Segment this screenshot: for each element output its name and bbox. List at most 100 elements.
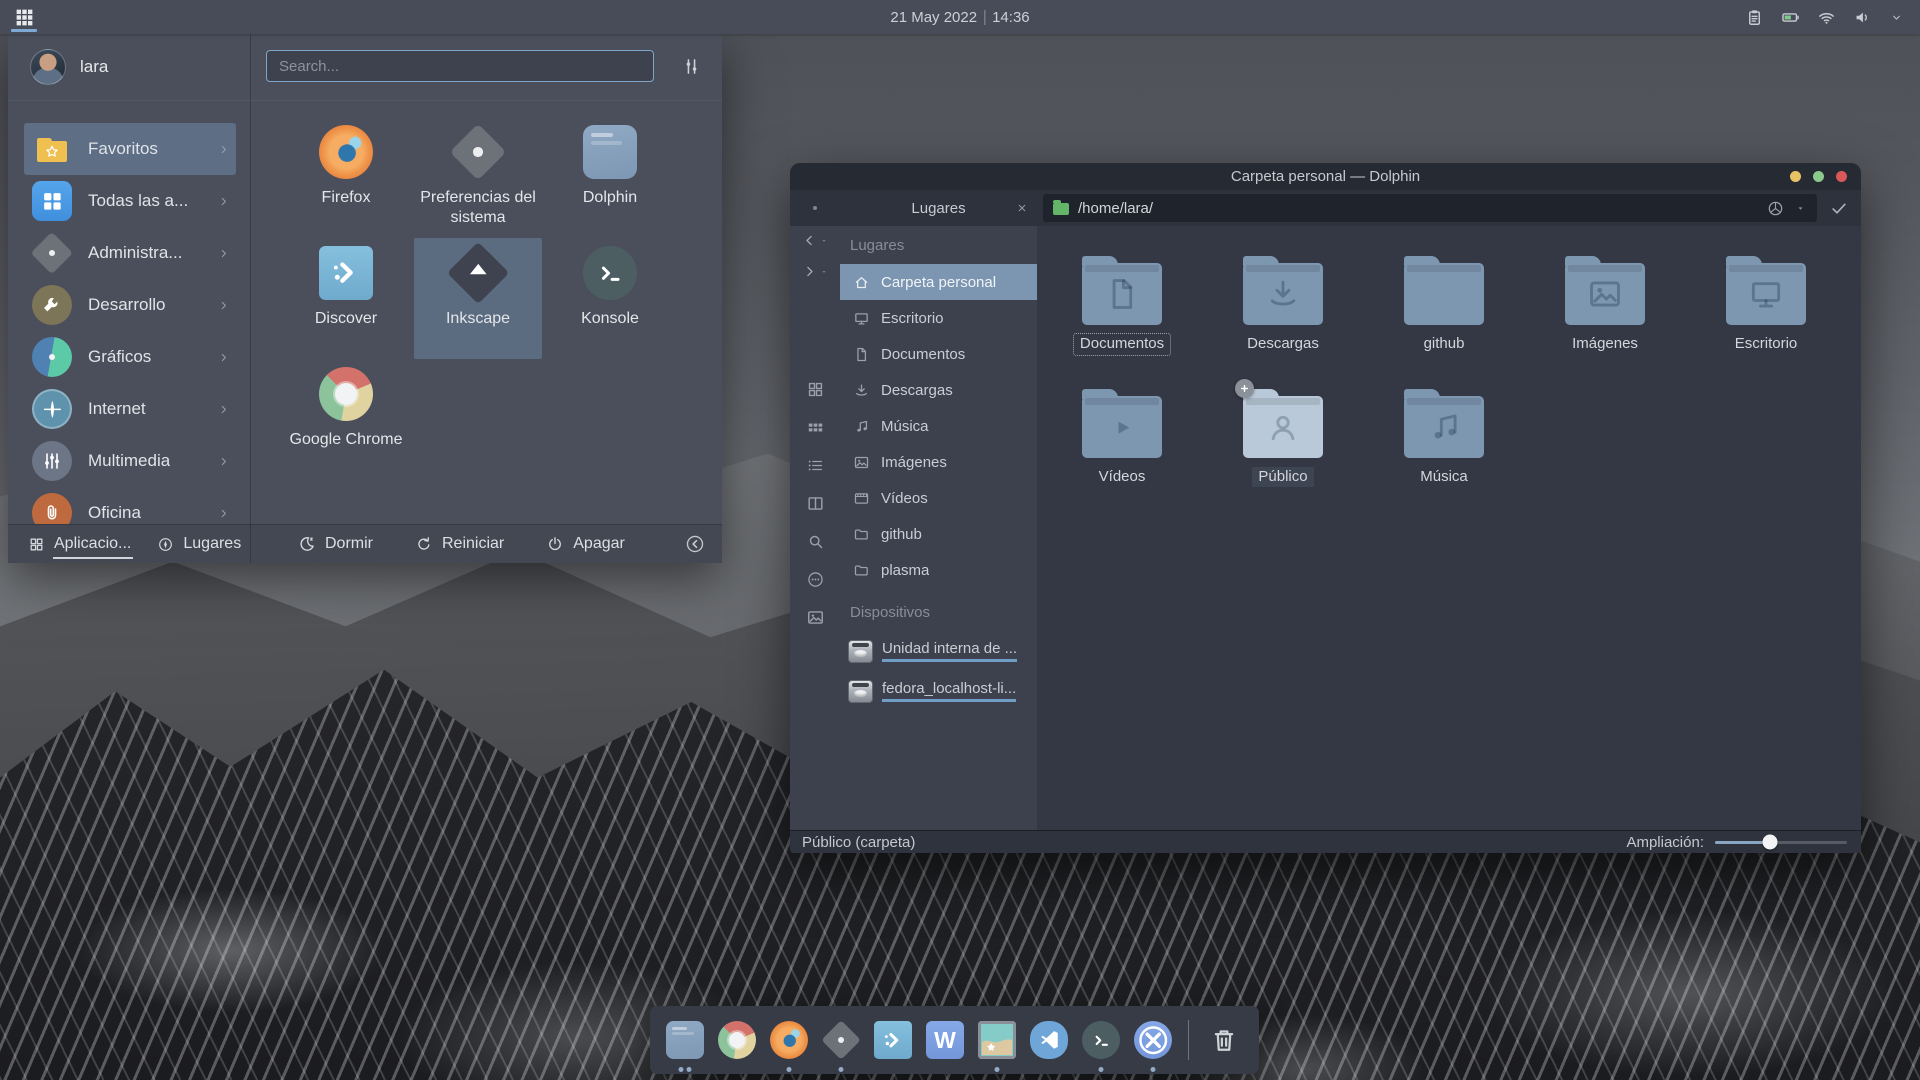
more-options-icon[interactable] <box>806 570 825 589</box>
category-item-todas-las-aplicaciones[interactable]: Todas las a... <box>24 175 236 227</box>
category-item-administracion[interactable]: Administra... <box>24 227 236 279</box>
folder-item-documentos[interactable]: Documentos <box>1047 254 1197 355</box>
folder-item-musica[interactable]: Música <box>1369 387 1519 488</box>
session-controls: Dormir Reiniciar Apagar <box>250 535 625 553</box>
dolphin-window: Carpeta personal — Dolphin Lugares /home… <box>790 163 1861 853</box>
app-item-inkscape[interactable]: Inkscape <box>414 238 542 359</box>
place-item-plasma[interactable]: plasma <box>840 552 1037 588</box>
wifi-icon[interactable] <box>1817 8 1836 27</box>
session-icon <box>546 535 564 553</box>
app-item-konsole[interactable]: Konsole <box>546 238 674 359</box>
app-grid: Firefox Preferencias del sistema Dolphin <box>282 117 722 480</box>
place-item-escritorio[interactable]: Escritorio <box>840 300 1037 336</box>
avatar[interactable] <box>30 49 66 85</box>
location-dropdown-icon[interactable] <box>1794 202 1807 215</box>
session-button-reiniciar[interactable]: Reiniciar <box>415 535 504 553</box>
icons-view-icon[interactable] <box>806 380 825 399</box>
dock-item-konsole[interactable] <box>1082 1016 1120 1064</box>
app-item-firefox[interactable]: Firefox <box>282 117 410 238</box>
device-item-fedora-localhost[interactable]: fedora_localhost-li... <box>840 671 1037 711</box>
minimize-button[interactable] <box>1790 171 1801 182</box>
category-label: Oficina <box>88 503 141 523</box>
place-icon <box>853 526 870 543</box>
confirm-location-icon[interactable] <box>1829 198 1849 218</box>
dock-item-image-viewer[interactable] <box>978 1016 1016 1064</box>
app-item-discover[interactable]: Discover <box>282 238 410 359</box>
place-item-descargas[interactable]: Descargas <box>840 372 1037 408</box>
category-item-internet[interactable]: Internet <box>24 383 236 435</box>
dock-item-code-editor[interactable] <box>1030 1016 1068 1064</box>
category-item-favoritos[interactable]: Favoritos <box>24 123 236 175</box>
dock-item-dolphin[interactable] <box>666 1016 704 1064</box>
session-button-apagar[interactable]: Apagar <box>546 535 625 553</box>
tray-expander-icon[interactable] <box>1889 10 1904 25</box>
tab-lugares[interactable]: Lugares <box>157 525 241 563</box>
clipboard-icon[interactable] <box>1745 8 1764 27</box>
search-input[interactable] <box>266 50 654 82</box>
place-item-videos[interactable]: Vídeos <box>840 480 1037 516</box>
location-bar[interactable]: /home/lara/ <box>1043 194 1817 222</box>
category-item-oficina[interactable]: Oficina <box>24 487 236 524</box>
preview-icon[interactable] <box>806 608 825 627</box>
place-item-carpeta-personal[interactable]: Carpeta personal <box>840 264 1037 300</box>
place-item-imagenes[interactable]: Imágenes <box>840 444 1037 480</box>
folder-item-publico[interactable]: Público <box>1208 387 1358 488</box>
app-item-google-chrome[interactable]: Google Chrome <box>282 359 410 480</box>
place-label: Carpeta personal <box>881 274 996 291</box>
user-name: lara <box>80 57 108 77</box>
category-item-desarrollo[interactable]: Desarrollo <box>24 279 236 331</box>
search-icon[interactable] <box>806 532 825 551</box>
place-item-github[interactable]: github <box>840 516 1037 552</box>
close-panel-icon[interactable] <box>1016 202 1028 214</box>
app-item-dolphin[interactable]: Dolphin <box>546 117 674 238</box>
dock-app-icon <box>666 1021 704 1059</box>
app-label: Preferencias del sistema <box>418 188 538 227</box>
dock-item-x-app[interactable] <box>1134 1016 1172 1064</box>
running-indicator <box>679 1067 692 1072</box>
category-label: Administra... <box>88 243 182 263</box>
dock-item-w-app[interactable] <box>926 1016 964 1064</box>
dock-item-google-chrome[interactable] <box>718 1016 756 1064</box>
battery-icon[interactable] <box>1781 8 1800 27</box>
close-button[interactable] <box>1836 171 1847 182</box>
chevron-right-icon <box>217 247 230 260</box>
clock-time: 14:36 <box>992 9 1030 26</box>
category-item-graficos[interactable]: Gráficos <box>24 331 236 383</box>
dock-item-system-settings[interactable] <box>822 1016 860 1064</box>
zoom-slider-thumb[interactable] <box>1763 835 1778 850</box>
tab-icon <box>157 536 174 553</box>
folder-item-videos[interactable]: Vídeos <box>1047 387 1197 488</box>
folder-item-escritorio[interactable]: Escritorio <box>1691 254 1841 355</box>
configure-icon[interactable] <box>681 56 702 77</box>
panel-clock[interactable]: 21 May 2022 14:36 <box>890 0 1029 34</box>
folder-item-imagenes[interactable]: Imágenes <box>1530 254 1680 355</box>
folder-item-descargas[interactable]: Descargas <box>1208 254 1358 355</box>
details-view-icon[interactable] <box>806 456 825 475</box>
category-item-multimedia[interactable]: Multimedia <box>24 435 236 487</box>
folder-item-github[interactable]: github <box>1369 254 1519 355</box>
folder-view[interactable]: Documentos Descargas <box>1037 226 1861 830</box>
split-view-icon[interactable] <box>806 494 825 513</box>
maximize-button[interactable] <box>1813 171 1824 182</box>
back-button[interactable] <box>801 232 829 249</box>
zoom-slider[interactable] <box>1715 841 1847 844</box>
place-item-documentos[interactable]: Documentos <box>840 336 1037 372</box>
select-plus-badge[interactable] <box>1235 379 1254 398</box>
device-item-unidad-interna[interactable]: Unidad interna de ... <box>840 631 1037 671</box>
tab-aplicaciones[interactable]: Aplicacio... <box>28 525 131 563</box>
compact-view-icon[interactable] <box>806 418 825 437</box>
free-space-icon[interactable] <box>1766 199 1785 218</box>
session-button-dormir[interactable]: Dormir <box>298 535 373 553</box>
collapse-menu-icon[interactable] <box>684 533 706 555</box>
dock-item-firefox[interactable] <box>770 1016 808 1064</box>
volume-icon[interactable] <box>1853 8 1872 27</box>
catfav-logo-icon <box>42 142 62 162</box>
place-item-musica[interactable]: Música <box>840 408 1037 444</box>
app-item-preferencias-del-sistema[interactable]: Preferencias del sistema <box>414 117 542 238</box>
category-label: Favoritos <box>88 139 158 159</box>
forward-button[interactable] <box>801 263 829 280</box>
dock-item-trash[interactable] <box>1205 1016 1243 1064</box>
titlebar[interactable]: Carpeta personal — Dolphin <box>790 163 1861 190</box>
application-launcher-button[interactable] <box>0 0 48 34</box>
dock-item-discover[interactable] <box>874 1016 912 1064</box>
